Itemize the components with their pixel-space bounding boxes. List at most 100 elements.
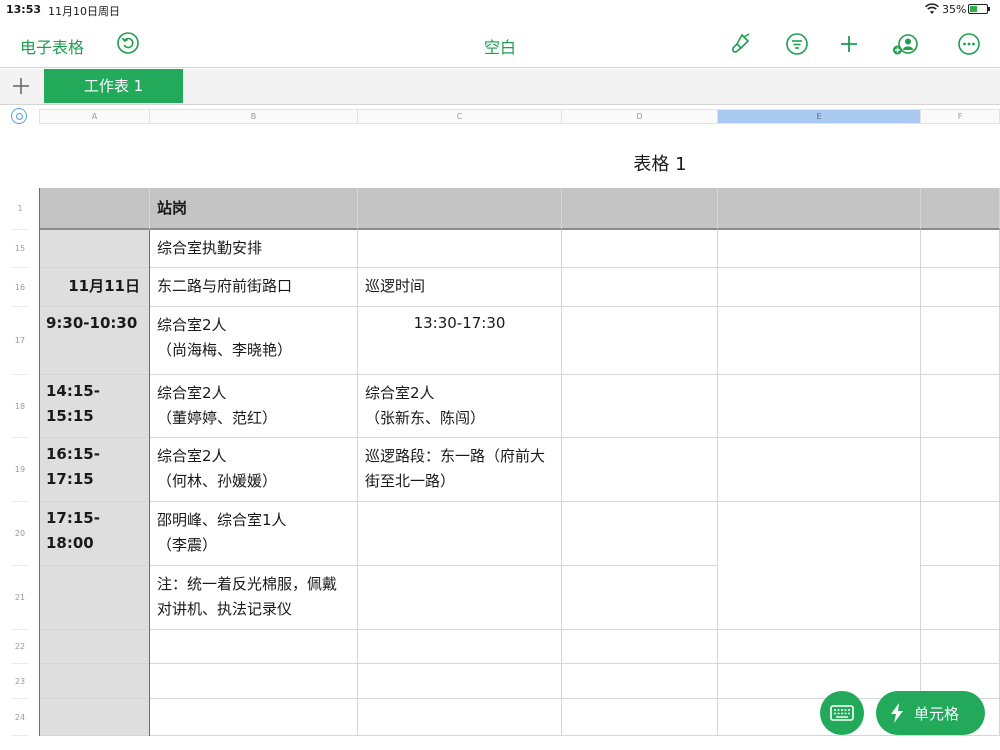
table-cell[interactable]: 综合室2人 （尚海梅、李晓艳） xyxy=(150,307,358,375)
row-number[interactable]: 18 xyxy=(11,375,29,438)
paintbrush-icon[interactable] xyxy=(728,31,754,57)
table-cell[interactable] xyxy=(562,566,718,630)
table-cell[interactable] xyxy=(562,438,718,502)
table-cell[interactable] xyxy=(718,307,921,375)
collaborate-icon[interactable] xyxy=(892,31,918,57)
filter-icon[interactable] xyxy=(784,31,810,57)
row-number[interactable]: 22 xyxy=(11,630,29,664)
table-cell[interactable] xyxy=(39,664,150,699)
header-cell[interactable]: 站岗 xyxy=(150,188,358,230)
cell-format-label: 单元格 xyxy=(914,705,960,723)
table-cell[interactable] xyxy=(718,268,921,307)
column-header-b[interactable]: B xyxy=(150,109,358,124)
column-header-e[interactable]: E xyxy=(718,109,921,124)
header-cell[interactable] xyxy=(718,188,921,230)
table-cell[interactable]: 14:15-15:15 xyxy=(39,375,150,438)
column-header-a[interactable]: A xyxy=(39,109,150,124)
more-icon[interactable] xyxy=(956,31,982,57)
undo-icon[interactable] xyxy=(116,31,140,55)
table-cell[interactable] xyxy=(718,438,921,502)
column-header-f[interactable]: F xyxy=(921,109,1000,124)
table-cell[interactable] xyxy=(358,630,562,664)
table-cell[interactable]: 综合室执勤安排 xyxy=(150,230,358,268)
table-cell[interactable]: 邵明峰、综合室1人 （李震） xyxy=(150,502,358,566)
table-cell[interactable] xyxy=(358,566,562,630)
table-cell[interactable]: 巡逻时间 xyxy=(358,268,562,307)
table-cell[interactable] xyxy=(358,230,562,268)
table-cell[interactable] xyxy=(358,699,562,736)
cell-format-button[interactable]: 单元格 xyxy=(876,691,985,735)
table-cell[interactable] xyxy=(562,664,718,699)
table-cell[interactable] xyxy=(39,699,150,736)
table-cell[interactable] xyxy=(921,502,1000,566)
table-cell[interactable]: 东二路与府前街路口 xyxy=(150,268,358,307)
table-cell[interactable] xyxy=(921,375,1000,438)
row-number[interactable]: 20 xyxy=(11,502,29,566)
table-cell[interactable] xyxy=(921,566,1000,630)
table-cell[interactable] xyxy=(921,307,1000,375)
back-to-spreadsheets-button[interactable]: 电子表格 xyxy=(20,34,84,58)
row-number[interactable]: 23 xyxy=(11,664,29,699)
table-cell[interactable] xyxy=(562,630,718,664)
row-number[interactable]: 1 xyxy=(11,188,29,230)
header-cell[interactable] xyxy=(921,188,1000,230)
plus-icon[interactable] xyxy=(10,75,32,97)
table-cell[interactable] xyxy=(562,307,718,375)
table-cell[interactable] xyxy=(39,630,150,664)
table-cell[interactable] xyxy=(921,268,1000,307)
table-cell[interactable] xyxy=(921,630,1000,664)
row-number[interactable]: 24 xyxy=(11,699,29,736)
add-icon[interactable] xyxy=(836,31,862,57)
column-header-c[interactable]: C xyxy=(358,109,562,124)
sheet-tab-bar: 工作表 1 xyxy=(0,69,1000,105)
table-cell[interactable] xyxy=(718,230,921,268)
table-cell[interactable] xyxy=(921,438,1000,502)
table-cell[interactable]: 综合室2人 （何林、孙媛媛） xyxy=(150,438,358,502)
header-column-divider xyxy=(149,230,150,736)
table-cell[interactable]: 巡逻路段：东一路（府前大街至北一路） xyxy=(358,438,562,502)
keyboard-icon xyxy=(830,705,854,721)
status-bar: 13:53 11月10日周日 35% xyxy=(0,0,1000,20)
table-cell[interactable]: 13:30-17:30 xyxy=(358,307,562,375)
table-cell[interactable] xyxy=(718,630,921,664)
tab-sheet-1[interactable]: 工作表 1 xyxy=(44,69,183,103)
table-title[interactable]: 表格 1 xyxy=(560,150,760,176)
row-number[interactable]: 15 xyxy=(11,230,29,268)
keyboard-button[interactable] xyxy=(820,691,864,735)
table-cell[interactable]: 注：统一着反光棉服，佩戴对讲机、执法记录仪 xyxy=(150,566,358,630)
select-all-handle-icon[interactable] xyxy=(11,108,27,124)
table-cell[interactable]: 9:30-10:30 xyxy=(39,307,150,375)
header-cell[interactable] xyxy=(39,188,150,230)
table-cell[interactable] xyxy=(562,268,718,307)
table-cell[interactable] xyxy=(562,230,718,268)
table-cell[interactable] xyxy=(718,375,921,438)
table-cell[interactable]: 16:15-17:15 xyxy=(39,438,150,502)
table-cell[interactable]: 17:15-18:00 xyxy=(39,502,150,566)
row-number[interactable]: 16 xyxy=(11,268,29,307)
table-cell[interactable] xyxy=(358,664,562,699)
table-cell[interactable]: 综合室2人 （张新东、陈闯） xyxy=(358,375,562,438)
table-cell[interactable] xyxy=(562,375,718,438)
table-cell[interactable] xyxy=(39,566,150,630)
table-cell[interactable] xyxy=(562,502,718,566)
header-cell[interactable] xyxy=(358,188,562,230)
table-cell[interactable] xyxy=(150,630,358,664)
status-time: 13:53 xyxy=(6,3,42,16)
document-title[interactable]: 空白 xyxy=(440,34,560,58)
table-cell[interactable] xyxy=(562,699,718,736)
table-cell[interactable] xyxy=(358,502,562,566)
table-cell[interactable]: 综合室2人 （董婷婷、范红） xyxy=(150,375,358,438)
row-number[interactable]: 19 xyxy=(11,438,29,502)
table-cell[interactable] xyxy=(39,230,150,268)
table-cell[interactable]: 11月11日 xyxy=(39,268,150,307)
table-cell[interactable] xyxy=(150,664,358,699)
row-number[interactable]: 17 xyxy=(11,307,29,375)
header-cell[interactable] xyxy=(562,188,718,230)
table-cell[interactable] xyxy=(921,230,1000,268)
table-cell[interactable] xyxy=(150,699,358,736)
table-cell[interactable] xyxy=(718,502,921,630)
lightning-icon xyxy=(891,703,903,723)
column-header-d[interactable]: D xyxy=(562,109,718,124)
row-number[interactable]: 21 xyxy=(11,566,29,630)
column-header-bar: A B C D E F xyxy=(0,106,1000,126)
